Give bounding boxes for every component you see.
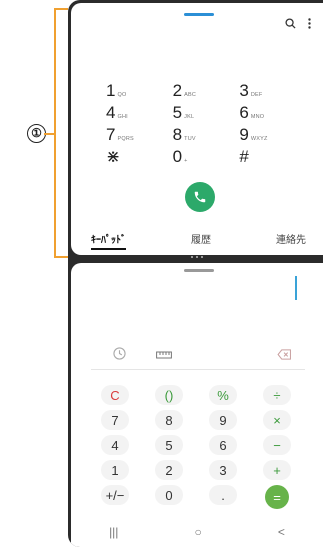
ruler-icon[interactable] [156,347,172,365]
toolbar-divider [91,369,305,370]
callout-bracket [54,8,68,258]
tab-contacts[interactable]: 連絡先 [276,231,306,246]
phone-screen: 1 QO 2 ABC 3 DEF 4 GHI 5 JKL 6 MNO 7 PQRS 8 TUV … [68,0,323,547]
percent-button[interactable]: % [209,385,237,405]
history-clock-icon[interactable] [113,347,126,365]
dialer-toolbar [285,18,311,29]
calc-key-6[interactable]: 6 [209,435,237,455]
dial-keypad: 1 QO 2 ABC 3 DEF 4 GHI 5 JKL 6 MNO 7 PQRS 8 TUV … [106,81,306,169]
calculator-pane: C () % ÷ 7 8 9 × 4 5 6 − 1 2 3 + +/− 0 .… [71,263,323,547]
calc-key-5[interactable]: 5 [155,435,183,455]
dial-key-7[interactable]: 7 PQRS [106,125,173,147]
dial-key-0[interactable]: 0 + [173,147,240,169]
calc-key-1[interactable]: 1 [101,460,129,480]
dial-key-5[interactable]: 5 JKL [173,103,240,125]
calc-input-cursor[interactable] [295,276,297,300]
dial-key-9[interactable]: 9 WXYZ [239,125,306,147]
calc-key-9[interactable]: 9 [209,410,237,430]
calc-key-4[interactable]: 4 [101,435,129,455]
multiply-button[interactable]: × [263,410,291,430]
calc-toolbar [71,347,323,367]
divide-button[interactable]: ÷ [263,385,291,405]
subtract-button[interactable]: − [263,435,291,455]
plus-minus-button[interactable]: +/− [101,485,129,505]
equals-button[interactable]: = [265,485,289,509]
dial-key-3[interactable]: 3 DEF [239,81,306,103]
search-icon[interactable] [285,18,296,29]
more-options-icon[interactable] [308,18,311,29]
parentheses-button[interactable]: () [155,385,183,405]
dial-key-2[interactable]: 2 ABC [173,81,240,103]
dialer-tabs: ｷｰﾊﾟｯﾄﾞ 履歴 連絡先 [91,231,306,250]
call-button[interactable] [185,182,215,212]
clear-button[interactable]: C [101,385,129,405]
calc-key-2[interactable]: 2 [155,460,183,480]
dial-key-6[interactable]: 6 MNO [239,103,306,125]
calc-key-7[interactable]: 7 [101,410,129,430]
calc-key-0[interactable]: 0 [155,485,183,505]
tab-history[interactable]: 履歴 [191,231,211,246]
tab-keypad[interactable]: ｷｰﾊﾟｯﾄﾞ [91,231,126,250]
pane-drag-handle[interactable] [184,13,214,16]
home-icon[interactable]: ○ [195,525,202,539]
calc-key-3[interactable]: 3 [209,460,237,480]
dial-key-hash[interactable]: # [239,147,306,169]
pane-drag-handle-bottom[interactable] [184,269,214,272]
dial-key-1[interactable]: 1 QO [106,81,173,103]
dial-key-star[interactable]: ⋇ [106,147,173,169]
back-icon[interactable]: < [278,525,285,539]
calc-keypad: C () % ÷ 7 8 9 × 4 5 6 − 1 2 3 + +/− 0 .… [101,385,291,514]
recent-apps-icon[interactable]: ||| [109,525,118,539]
add-button[interactable]: + [263,460,291,480]
dial-key-8[interactable]: 8 TUV [173,125,240,147]
calc-key-8[interactable]: 8 [155,410,183,430]
decimal-button[interactable]: . [209,485,237,505]
backspace-icon[interactable] [277,347,292,365]
phone-icon [194,191,206,203]
dialer-pane: 1 QO 2 ABC 3 DEF 4 GHI 5 JKL 6 MNO 7 PQRS 8 TUV … [71,3,323,255]
split-divider[interactable] [191,256,203,258]
system-nav-bar: ||| ○ < [71,525,323,539]
dial-key-4[interactable]: 4 GHI [106,103,173,125]
